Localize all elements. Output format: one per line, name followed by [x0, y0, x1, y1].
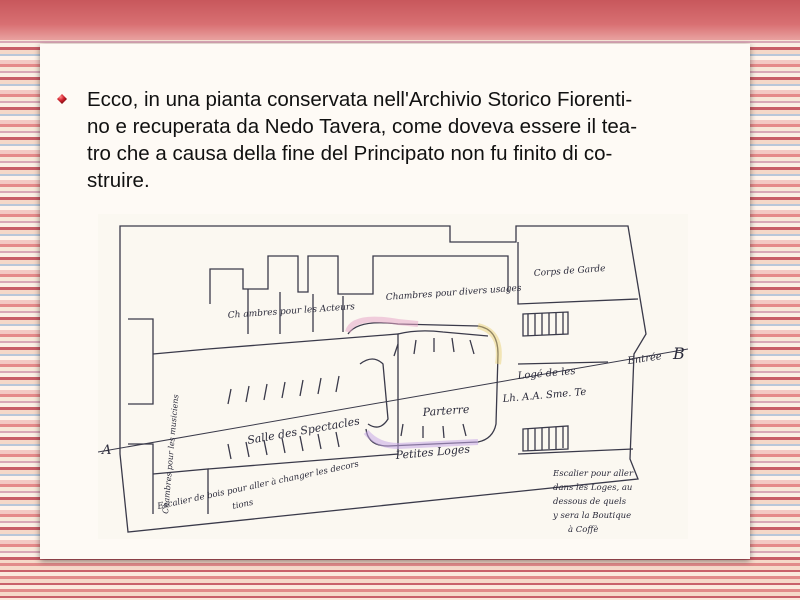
- bullet-text: Ecco, in una pianta conservata nell'Arch…: [87, 88, 638, 192]
- label-chambres-divers: Chambres pour divers usages: [386, 284, 523, 303]
- label-escalier-loges-1: Escalier pour aller: [552, 469, 634, 479]
- background-bottom-band: [0, 563, 800, 600]
- label-escalier-loges-2: dans les Loges, au: [553, 483, 632, 493]
- label-escalier-loges-5: à Coffè: [568, 524, 598, 535]
- theatre-floor-plan-image: Ch ambres pour les Acteurs Chambres pour…: [98, 214, 688, 539]
- label-salle-des-spectacles: Salle des Spectacles: [246, 414, 361, 447]
- label-escalier-loges-3: dessous de quels: [553, 497, 627, 507]
- label-mark-b: B: [672, 344, 685, 363]
- label-loge-line-1: Logé de les: [516, 366, 576, 382]
- slide-panel: Ecco, in una pianta conservata nell'Arch…: [40, 44, 750, 559]
- label-chambres-acteurs: Ch ambres pour les Acteurs: [228, 302, 356, 321]
- label-escalier-loges-4: y sera la Boutique: [552, 511, 631, 521]
- background-top-band: [0, 0, 800, 40]
- label-entree: Entrée: [626, 351, 663, 367]
- label-loge-line-2: Lh. A.A. Sme. Te: [501, 387, 587, 405]
- label-mark-a: A: [101, 443, 111, 458]
- label-escalier-bois-sub: tions: [232, 498, 255, 512]
- label-corps-de-garde: Corps de Garde: [534, 264, 606, 279]
- label-chambres-musiciens: Chambres pour les musiciens: [161, 394, 180, 514]
- label-escalier-bois: Escalier de bois pour aller à changer le…: [155, 458, 360, 512]
- label-parterre: Parterre: [421, 403, 470, 419]
- bullet-diamond-icon: [57, 94, 67, 104]
